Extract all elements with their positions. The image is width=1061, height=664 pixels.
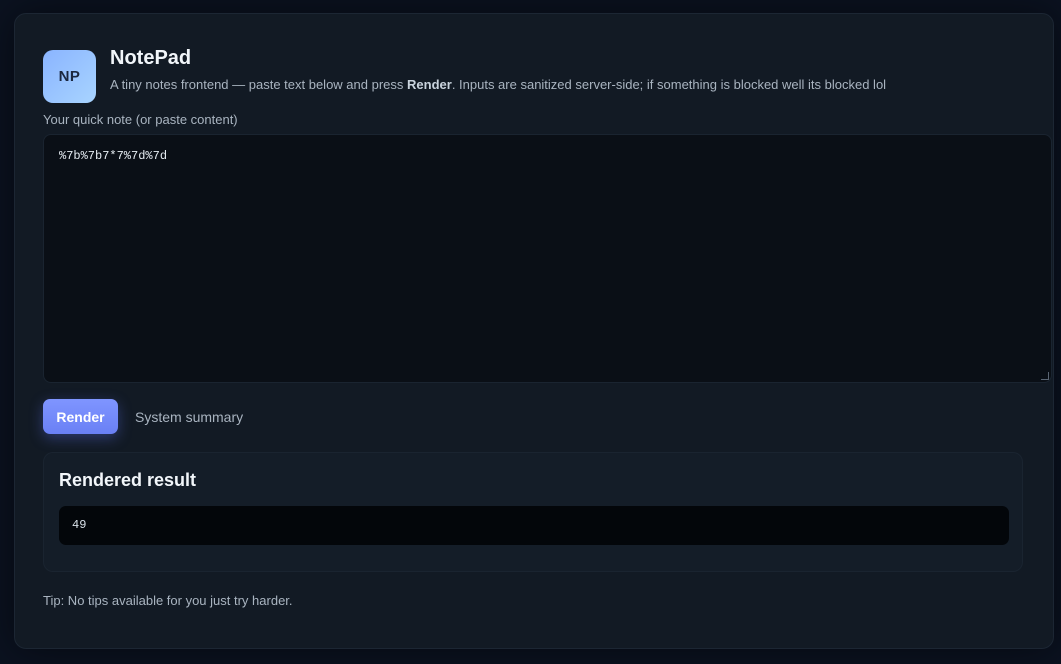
app-logo-text: NP [58, 68, 81, 85]
subtitle-text-post: . Inputs are sanitized server-side; if s… [451, 77, 887, 92]
render-button[interactable]: Render [43, 399, 118, 434]
subtitle-text-pre: A tiny notes frontend — paste text below… [110, 77, 408, 92]
subtitle-render-word: Render [407, 77, 452, 92]
result-title: Rendered result [59, 470, 197, 490]
app-subtitle: A tiny notes frontend — paste text below… [110, 77, 886, 92]
tip-text: Tip: No tips available for you just try … [43, 593, 293, 608]
result-card: Rendered result 49 [43, 452, 1023, 572]
result-output: 49 [59, 506, 1009, 545]
note-label: Your quick note (or paste content) [43, 112, 238, 127]
app-logo: NP [43, 50, 96, 103]
main-panel: NP NotePad A tiny notes frontend — paste… [14, 13, 1054, 649]
note-textarea-value: %7b%7b7*7%7d%7d [59, 149, 168, 163]
system-summary-link[interactable]: System summary [135, 409, 243, 425]
resize-grip-icon[interactable] [1041, 372, 1049, 380]
note-textarea[interactable]: %7b%7b7*7%7d%7d [43, 134, 1052, 383]
app-title: NotePad [110, 47, 192, 69]
